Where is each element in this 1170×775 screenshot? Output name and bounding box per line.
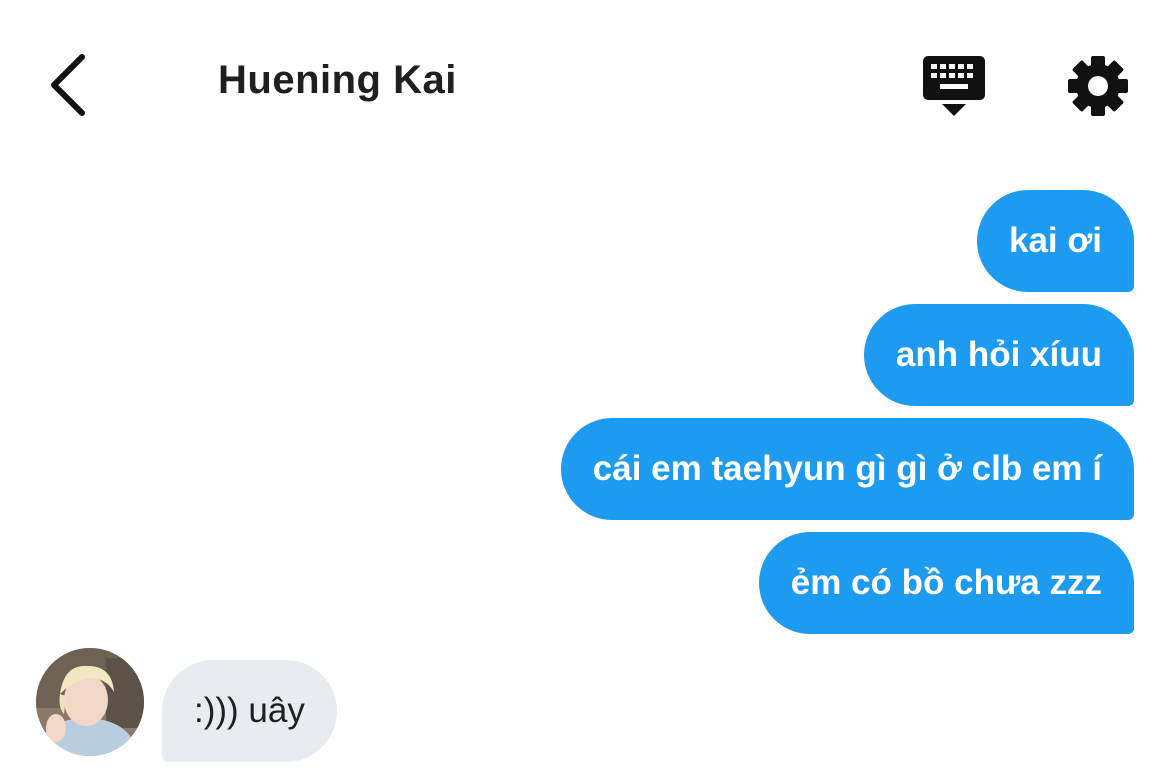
keyboard-toggle-button[interactable] [920,54,988,118]
back-button[interactable] [38,50,98,120]
gear-icon [1068,56,1128,116]
outgoing-message-bubble[interactable]: ẻm có bồ chưa zzz [758,532,1134,634]
keyboard-icon [923,56,985,116]
settings-button[interactable] [1066,54,1130,118]
avatar[interactable] [36,648,144,756]
incoming-message-row: :))) uây [36,648,337,762]
outgoing-message-bubble[interactable]: kai ơi [977,190,1134,292]
outgoing-message-row: ẻm có bồ chưa zzz [0,532,1170,634]
outgoing-message-bubble[interactable]: cái em taehyun gì gì ở clb em í [560,418,1134,520]
chevron-left-icon [51,54,85,116]
conversation-header: Huening Kai [0,0,1170,170]
outgoing-message-bubble[interactable]: anh hỏi xíuu [863,304,1134,406]
outgoing-message-row: cái em taehyun gì gì ở clb em í [0,418,1170,520]
incoming-message-bubble[interactable]: :))) uây [162,660,337,762]
avatar-photo [36,648,144,756]
conversation-title: Huening Kai [218,58,457,102]
outgoing-message-row: kai ơi [0,190,1170,292]
outgoing-message-row: anh hỏi xíuu [0,304,1170,406]
message-thread: kai ơi anh hỏi xíuu cái em taehyun gì gì… [0,190,1170,646]
